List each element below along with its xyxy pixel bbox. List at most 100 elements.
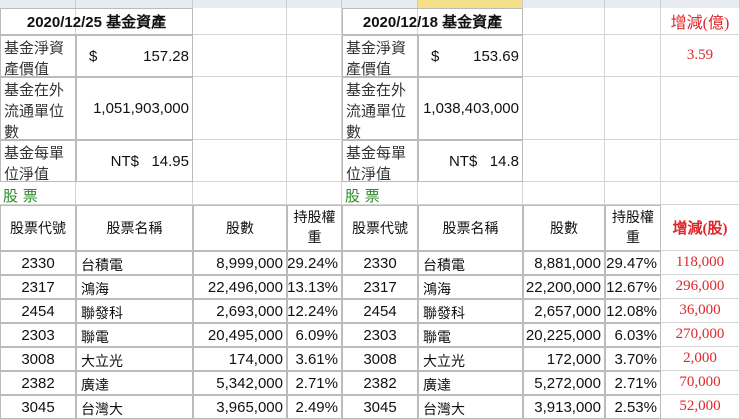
- shares-change-4[interactable]: 2,000: [661, 347, 740, 371]
- left-row-4-col-0[interactable]: 3008: [0, 347, 76, 371]
- shares-change-1[interactable]: 296,000: [661, 275, 740, 299]
- grid-cell[interactable]: [287, 182, 342, 205]
- grid-cell[interactable]: [287, 140, 342, 182]
- left-row-2-col-0[interactable]: 2454: [0, 299, 76, 323]
- left-row-3-col-2[interactable]: 20,495,000: [193, 323, 287, 347]
- left-row-3-col-3[interactable]: 6.09%: [287, 323, 342, 347]
- right-row-1-col-2[interactable]: 22,200,000: [523, 275, 605, 299]
- grid-cell[interactable]: [193, 77, 287, 140]
- grid-cell[interactable]: [287, 77, 342, 140]
- grid-cell[interactable]: [605, 77, 661, 140]
- left-row-2-col-1[interactable]: 聯發科: [76, 299, 193, 323]
- left-row-0-col-0[interactable]: 2330: [0, 251, 76, 275]
- right-row-2-col-2[interactable]: 2,657,000: [523, 299, 605, 323]
- right-row-0-col-3[interactable]: 29.47%: [605, 251, 661, 275]
- grid-cell[interactable]: [605, 140, 661, 182]
- grid-cell[interactable]: [287, 35, 342, 77]
- grid-cell[interactable]: [661, 182, 740, 205]
- grid-cell[interactable]: [523, 77, 605, 140]
- shares-change-5[interactable]: 70,000: [661, 371, 740, 395]
- right-row-4-col-0[interactable]: 3008: [342, 347, 418, 371]
- right-row-1-col-3[interactable]: 12.67%: [605, 275, 661, 299]
- right-per-unit-value[interactable]: NT$ 14.8: [418, 140, 523, 182]
- grid-cell[interactable]: [418, 182, 523, 205]
- right-units-value[interactable]: 1,038,403,000: [418, 77, 523, 140]
- left-header-0: 股票代號: [0, 205, 76, 251]
- right-row-4-col-2[interactable]: 172,000: [523, 347, 605, 371]
- right-row-2-col-0[interactable]: 2454: [342, 299, 418, 323]
- right-row-6-col-1[interactable]: 台灣大: [418, 395, 523, 419]
- left-row-5-col-2[interactable]: 5,342,000: [193, 371, 287, 395]
- left-row-3-col-1[interactable]: 聯電: [76, 323, 193, 347]
- grid-cell[interactable]: [193, 8, 287, 35]
- left-row-6-col-0[interactable]: 3045: [0, 395, 76, 419]
- shares-change-6[interactable]: 52,000: [661, 395, 740, 419]
- right-row-0-col-0[interactable]: 2330: [342, 251, 418, 275]
- right-row-2-col-3[interactable]: 12.08%: [605, 299, 661, 323]
- right-row-1-col-0[interactable]: 2317: [342, 275, 418, 299]
- grid-cell[interactable]: [76, 182, 193, 205]
- left-row-6-col-2[interactable]: 3,965,000: [193, 395, 287, 419]
- columns.7: [605, 0, 661, 8]
- right-row-6-col-3[interactable]: 2.53%: [605, 395, 661, 419]
- right-row-2-col-1[interactable]: 聯發科: [418, 299, 523, 323]
- right-row-0-col-2[interactable]: 8,881,000: [523, 251, 605, 275]
- right-row-5-col-2[interactable]: 5,272,000: [523, 371, 605, 395]
- left-row-5-col-0[interactable]: 2382: [0, 371, 76, 395]
- left-row-4-col-1[interactable]: 大立光: [76, 347, 193, 371]
- right-row-3-col-1[interactable]: 聯電: [418, 323, 523, 347]
- grid-cell[interactable]: [523, 8, 605, 35]
- grid-cell[interactable]: [523, 35, 605, 77]
- grid-cell[interactable]: [193, 140, 287, 182]
- change-value[interactable]: 3.59: [661, 35, 740, 77]
- left-per-unit-value[interactable]: NT$ 14.95: [76, 140, 193, 182]
- grid-cell[interactable]: [605, 35, 661, 77]
- left-row-5-col-3[interactable]: 2.71%: [287, 371, 342, 395]
- right-row-5-col-0[interactable]: 2382: [342, 371, 418, 395]
- left-row-1-col-3[interactable]: 13.13%: [287, 275, 342, 299]
- left-row-3-col-0[interactable]: 2303: [0, 323, 76, 347]
- left-row-2-col-3[interactable]: 12.24%: [287, 299, 342, 323]
- right-row-5-col-3[interactable]: 2.71%: [605, 371, 661, 395]
- grid-cell[interactable]: [523, 182, 605, 205]
- left-row-0-col-3[interactable]: 29.24%: [287, 251, 342, 275]
- grid-cell[interactable]: [287, 8, 342, 35]
- left-row-6-col-3[interactable]: 2.49%: [287, 395, 342, 419]
- left-row-1-col-2[interactable]: 22,496,000: [193, 275, 287, 299]
- right-row-4-col-1[interactable]: 大立光: [418, 347, 523, 371]
- left-row-0-col-1[interactable]: 台積電: [76, 251, 193, 275]
- grid-cell[interactable]: [193, 182, 287, 205]
- columns.3: [287, 0, 342, 8]
- left-row-4-col-3[interactable]: 3.61%: [287, 347, 342, 371]
- left-row-6-col-1[interactable]: 台灣大: [76, 395, 193, 419]
- shares-change-0[interactable]: 118,000: [661, 251, 740, 275]
- grid-cell[interactable]: [605, 8, 661, 35]
- currency: $: [89, 47, 98, 65]
- right-row-3-col-3[interactable]: 6.03%: [605, 323, 661, 347]
- left-row-0-col-2[interactable]: 8,999,000: [193, 251, 287, 275]
- left-row-4-col-2[interactable]: 174,000: [193, 347, 287, 371]
- grid-cell[interactable]: [661, 77, 740, 140]
- shares-change-2[interactable]: 36,000: [661, 299, 740, 323]
- right-row-5-col-1[interactable]: 廣達: [418, 371, 523, 395]
- left-row-1-col-0[interactable]: 2317: [0, 275, 76, 299]
- grid-cell[interactable]: [661, 140, 740, 182]
- right-row-3-col-2[interactable]: 20,225,000: [523, 323, 605, 347]
- right-row-1-col-1[interactable]: 鴻海: [418, 275, 523, 299]
- grid-cell[interactable]: [523, 140, 605, 182]
- shares-change-3[interactable]: 270,000: [661, 323, 740, 347]
- right-nav-value[interactable]: $153.69: [418, 35, 523, 77]
- right-row-6-col-0[interactable]: 3045: [342, 395, 418, 419]
- grid-cell[interactable]: [605, 182, 661, 205]
- left-row-5-col-1[interactable]: 廣達: [76, 371, 193, 395]
- right-row-4-col-3[interactable]: 3.70%: [605, 347, 661, 371]
- left-row-1-col-1[interactable]: 鴻海: [76, 275, 193, 299]
- right-row-3-col-0[interactable]: 2303: [342, 323, 418, 347]
- right-row-6-col-2[interactable]: 3,913,000: [523, 395, 605, 419]
- change-header: 增減(億): [661, 8, 740, 35]
- left-units-value[interactable]: 1,051,903,000: [76, 77, 193, 140]
- left-nav-value[interactable]: $157.28: [76, 35, 193, 77]
- left-row-2-col-2[interactable]: 2,693,000: [193, 299, 287, 323]
- grid-cell[interactable]: [193, 35, 287, 77]
- right-row-0-col-1[interactable]: 台積電: [418, 251, 523, 275]
